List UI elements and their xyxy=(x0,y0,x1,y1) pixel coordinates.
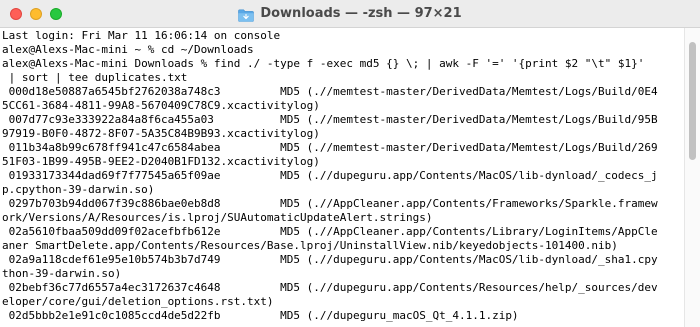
terminal-line: 007d77c93e333922a84a8f6ca455a03 MD5 (.//… xyxy=(2,113,658,126)
terminal-line: alex@Alexs-Mac-mini ~ % cd ~/Downloads xyxy=(2,43,254,56)
folder-icon xyxy=(238,7,255,22)
terminal-line: 011b34a8b99c678ff941c47c6584abea MD5 (./… xyxy=(2,141,658,154)
terminal-line: thon-39-darwin.so) xyxy=(2,267,122,280)
terminal-window: Downloads — -zsh — 97×21 Last login: Fri… xyxy=(0,0,700,327)
terminal-line: ork/Versions/A/Resources/is.lproj/SUAuto… xyxy=(2,211,433,224)
terminal-line: 97919-B0F0-4872-8F07-5A35C84B9B93.xcacti… xyxy=(2,127,320,140)
terminal-line: 0297b703b94dd067f39c886bae0eb8d8 MD5 (./… xyxy=(2,197,658,210)
terminal-line: Last login: Fri Mar 11 16:06:14 on conso… xyxy=(2,29,281,42)
scrollbar-thumb[interactable] xyxy=(689,42,696,160)
terminal-line: 02bebf36c77d6557a4ec3172637c4648 MD5 (./… xyxy=(2,281,658,294)
terminal-line: | sort | tee duplicates.txt xyxy=(2,71,188,84)
terminal-line: 02d5bbb2e1e91c0c1085ccd4de5d22fb MD5 (./… xyxy=(2,309,519,322)
window-title: Downloads — -zsh — 97×21 xyxy=(260,6,462,21)
terminal-line: 02a5610fbaa509dd09f02acefbfb612e MD5 (./… xyxy=(2,225,658,238)
terminal-line: alex@Alexs-Mac-mini Downloads % find ./ … xyxy=(2,57,645,70)
terminal-line: 000d18e50887a6545bf2762038a748c3 MD5 (./… xyxy=(2,85,658,98)
terminal-line: eloper/core/gui/deletion_options.rst.txt… xyxy=(2,295,274,308)
terminal-line: aner SmartDelete.app/Contents/Resources/… xyxy=(2,239,618,252)
terminal-line: 01933173344dad69f7f77545a65f09ae MD5 (./… xyxy=(2,169,658,182)
terminal-line: p.cpython-39-darwin.so) xyxy=(2,183,155,196)
title-bar[interactable]: Downloads — -zsh — 97×21 xyxy=(0,0,700,28)
terminal-line: 02a9a118cdef61e95e10b574b3b7d749 MD5 (./… xyxy=(2,253,658,266)
terminal-output[interactable]: Last login: Fri Mar 11 16:06:14 on conso… xyxy=(0,28,684,327)
window-title-group: Downloads — -zsh — 97×21 xyxy=(0,0,700,27)
vertical-scrollbar[interactable] xyxy=(684,28,700,327)
terminal-line: 5CC61-3684-4811-99A8-5670409C78C9.xcacti… xyxy=(2,99,320,112)
terminal-line: 51F03-1B99-495B-9EE2-D2040B1FD132.xcacti… xyxy=(2,155,320,168)
